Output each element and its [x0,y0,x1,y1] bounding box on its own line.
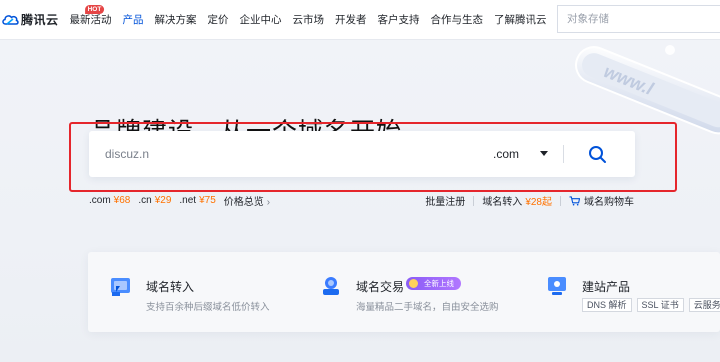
product-cards-panel: 域名转入 支持百余种后缀域名低价转入 域名交易 全新上线 海量精品二手域名，自由… [88,252,720,332]
domain-transfer-link[interactable]: 域名转入 ¥28起 [482,193,552,208]
nav-item-products[interactable]: 产品 [123,0,144,40]
link-divider [473,195,475,206]
domain-quick-links: 批量注册 域名转入 ¥28起 域名购物车 [425,193,634,208]
site-build-icon [548,277,566,295]
brand-logo[interactable]: 腾讯云 [1,0,59,40]
site-search-input[interactable]: 对象存储 [557,5,720,33]
price-suffix: .cn [138,195,152,206]
domain-trade-icon [323,277,339,295]
chevron-right-icon: › [266,197,271,208]
link-divider [560,195,561,206]
new-launch-badge: 全新上线 [406,277,461,290]
main-nav: 最新活动 HOT 产品 解决方案 定价 企业中心 云市场 开发者 客户支持 合作… [70,0,558,40]
card-title: 域名转入 [146,280,195,294]
cart-icon [569,196,581,206]
transfer-in-icon [111,278,130,296]
new-badge-label: 全新上线 [424,279,454,288]
domain-search-box: discuz.n .com [89,131,635,177]
brand-name: 腾讯云 [21,13,59,27]
price-suffix: .com [89,195,111,206]
tag-ssl[interactable]: SSL 证书 [636,298,684,312]
nav-item-partners[interactable]: 合作与生态 [431,0,484,40]
card-site-building[interactable]: 建站产品 DNS 解析 SSL 证书 云服务 [546,274,720,324]
price-item-net[interactable]: .net ¥75 [179,195,215,206]
nav-item-about[interactable]: 了解腾讯云 [494,0,547,40]
card-domain-trade[interactable]: 域名交易 全新上线 海量精品二手域名，自由安全选购 [320,274,520,324]
price-value: ¥68 [113,195,131,206]
nav-item-marketplace[interactable]: 云市场 [293,0,325,40]
price-overview-link[interactable]: 价格总览 › [224,193,270,208]
price-value: ¥75 [199,195,216,206]
domain-cart-link[interactable]: 域名购物车 [569,193,634,208]
cart-label: 域名购物车 [584,197,634,208]
bulk-register-link[interactable]: 批量注册 [425,193,465,208]
domain-suffix-select[interactable]: .com [493,131,553,177]
card-desc: 海量精品二手域名，自由安全选购 [356,302,499,313]
nav-item-pricing[interactable]: 定价 [208,0,229,40]
nav-item-enterprise[interactable]: 企业中心 [240,0,282,40]
transfer-label: 域名转入 [482,197,523,208]
sparkle-icon [409,279,418,288]
search-icon[interactable] [585,142,609,166]
card-domain-transfer[interactable]: 域名转入 支持百余种后缀域名低价转入 [110,274,300,324]
price-overview-label: 价格总览 [223,197,264,208]
transfer-price: ¥28起 [525,197,552,208]
top-navbar: 腾讯云 最新活动 HOT 产品 解决方案 定价 企业中心 云市场 开发者 客户支… [0,0,720,40]
card-desc: 支持百余种后缀域名低价转入 [146,302,270,313]
card-title: 域名交易 [356,280,405,294]
cloud-logo-icon [2,14,19,25]
card-title: 建站产品 [582,280,631,294]
price-value: ¥29 [154,195,172,206]
suffix-select-value: .com [493,147,520,161]
search-divider [563,145,564,163]
hot-badge: HOT [84,4,105,14]
suffix-price-row: .com ¥68 .cn ¥29 .net ¥75 价格总览 › [89,193,270,208]
price-item-cn[interactable]: .cn ¥29 [138,195,171,206]
caret-down-icon [540,151,548,156]
price-suffix: .net [179,195,197,206]
product-tag-row: DNS 解析 SSL 证书 云服务 [582,298,720,312]
domain-search-input[interactable]: discuz.n [105,131,149,177]
nav-item-activities[interactable]: 最新活动 HOT [70,0,112,40]
nav-item-developers[interactable]: 开发者 [335,0,367,40]
nav-item-support[interactable]: 客户支持 [378,0,420,40]
nav-item-label: 最新活动 [69,13,112,26]
tag-cloud-service[interactable]: 云服务 [688,298,720,312]
price-item-com[interactable]: .com ¥68 [89,195,130,206]
tag-dns[interactable]: DNS 解析 [582,298,632,312]
nav-item-solutions[interactable]: 解决方案 [155,0,197,40]
